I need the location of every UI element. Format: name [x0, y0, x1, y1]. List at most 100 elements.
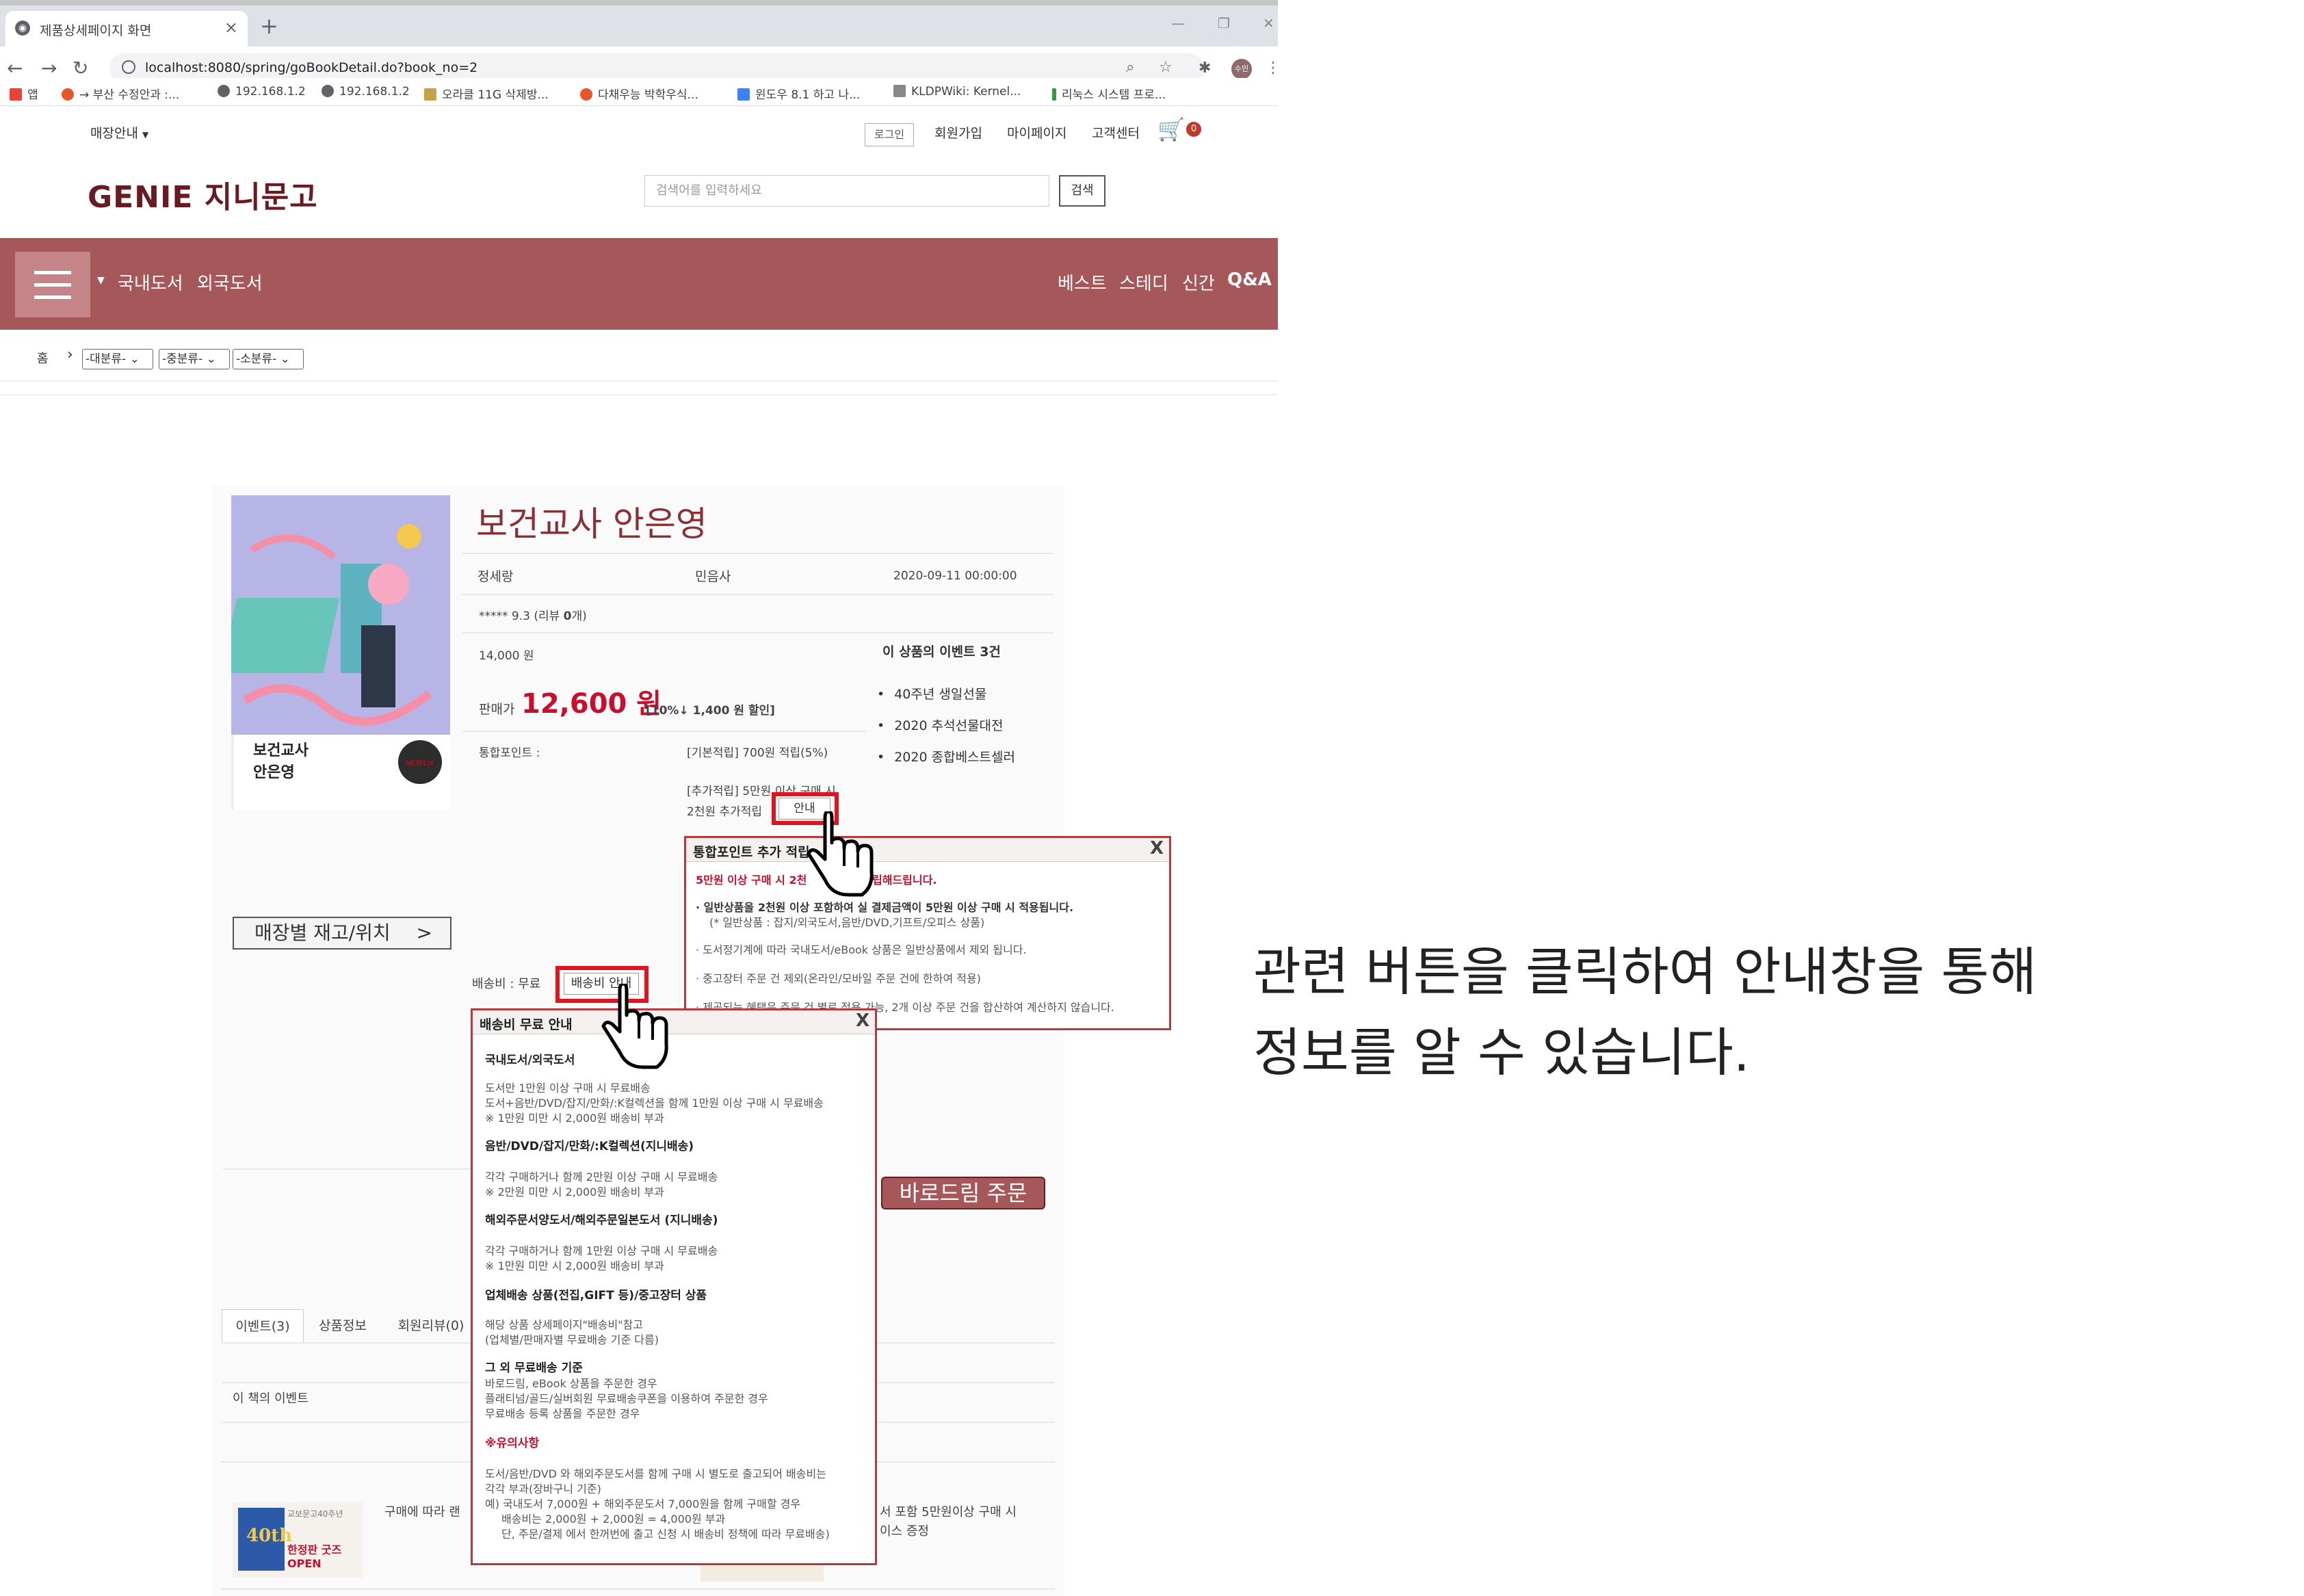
- site-icon: [62, 88, 74, 101]
- divider: [0, 380, 1278, 382]
- cart-count-badge: 0: [1186, 122, 1201, 137]
- close-icon[interactable]: X: [856, 1010, 869, 1031]
- nav-new[interactable]: 신간: [1182, 270, 1215, 295]
- main-nav: ▼ 국내도서 외국도서 베스트 스테디 신간 Q&A: [0, 238, 1278, 330]
- tab-events[interactable]: 이벤트(3): [222, 1309, 304, 1342]
- event-item[interactable]: 2020 종합베스트셀러: [877, 747, 1015, 766]
- hand-cursor-icon: [807, 811, 874, 897]
- select-value: -대분류-: [86, 352, 127, 366]
- login-button[interactable]: 로그인: [865, 123, 914, 146]
- nav-qna[interactable]: Q&A: [1227, 270, 1272, 290]
- divider: [462, 594, 1053, 595]
- bookmark-item[interactable]: → 부산 수정안과 :...: [62, 85, 179, 102]
- category-large-select[interactable]: -대분류- ⌄: [82, 349, 153, 369]
- section-line: 도서+음반/DVD/잡지/만화/:K컬렉션을 함께 1만원 이상 구매 시 무료…: [485, 1097, 824, 1110]
- bookmark-label: KLDPWiki: Kernel...: [911, 85, 1021, 99]
- store-info-menu[interactable]: 매장안내 ▼: [90, 123, 148, 142]
- chevron-right-icon: >: [416, 921, 432, 944]
- bookmark-label: 오라클 11G 삭제방...: [442, 88, 549, 102]
- popup-header: 배송비 무료 안내 X: [473, 1010, 875, 1034]
- bookmark-item[interactable]: 오라클 11G 삭제방...: [424, 85, 549, 102]
- site-logo[interactable]: GENIE 지니문고: [88, 172, 318, 216]
- section-line: 해당 상품 상세페이지"배송비"참고: [485, 1318, 643, 1331]
- popup-line: (* 일반상품 : 잡지/외국도서,음반/DVD,기프트/오피스 상품): [709, 916, 985, 929]
- event-item[interactable]: 2020 추석선물대전: [877, 716, 1003, 734]
- shipping-label: 배송비 : 무료: [472, 977, 541, 991]
- apps-icon: [10, 88, 22, 101]
- popup-title: 통합포인트 추가 적립: [693, 845, 810, 860]
- window-close-icon[interactable]: ✕: [1263, 15, 1274, 31]
- url-text: localhost:8080/spring/goBookDetail.do?bo…: [145, 60, 478, 75]
- store-stock-button[interactable]: 매장별 재고/위치 >: [233, 917, 451, 950]
- caption-text: 관련 버튼을 클릭하여 안내창을 통해 정보를 알 수 있습니다.: [1253, 932, 2037, 1093]
- bookmark-item[interactable]: 윈도우 8.1 하고 나...: [737, 85, 860, 102]
- store-info-label: 매장안내: [90, 126, 138, 141]
- tab-reviews[interactable]: 회원리뷰(0): [387, 1309, 475, 1342]
- chevron-right-icon: ›: [67, 346, 73, 363]
- browser-tab[interactable]: ◉ 제품상세페이지 화면 ×: [5, 11, 248, 47]
- section-title: 이 책의 이벤트: [233, 1391, 309, 1406]
- close-icon[interactable]: X: [1150, 838, 1164, 859]
- points-extra-line2: 2천원 추가적립: [687, 805, 763, 819]
- discount-text: [10%↓ 1,400 원 할인]: [646, 704, 775, 718]
- cart-icon[interactable]: 🛒: [1157, 116, 1185, 142]
- event-item[interactable]: 40주년 생일선물: [877, 684, 986, 703]
- section-head: 음반/DVD/잡지/만화/:K컬렉션(지니배송): [485, 1140, 694, 1153]
- points-base: [기본적립] 700원 적립(5%): [687, 746, 828, 760]
- breadcrumb-home[interactable]: 홈: [37, 349, 49, 367]
- profile-avatar[interactable]: 수민: [1231, 59, 1252, 79]
- nav-best[interactable]: 베스트: [1058, 270, 1107, 295]
- divider: [462, 632, 1053, 633]
- globe-icon: ◉: [15, 21, 30, 36]
- warning-line: 배송비는 2,000원 + 2,000원 = 4,000원 부과: [501, 1513, 726, 1526]
- review-count: 0: [563, 610, 572, 623]
- close-icon[interactable]: ×: [224, 18, 238, 37]
- bookmark-item[interactable]: 192.168.1.2: [322, 85, 410, 99]
- bookmark-item[interactable]: 리눅스 시스템 프로...: [1052, 85, 1166, 102]
- nav-domestic-books[interactable]: 국내도서: [118, 270, 183, 295]
- info-icon[interactable]: [122, 60, 135, 74]
- new-tab-icon[interactable]: +: [260, 15, 278, 37]
- book-cover[interactable]: NETFLIX 보건교사 안은영: [220, 495, 450, 810]
- category-medium-select[interactable]: -중분류- ⌄: [159, 349, 230, 369]
- zoom-icon[interactable]: ⌕: [1126, 59, 1134, 76]
- category-small-select[interactable]: -소분류- ⌄: [233, 349, 304, 369]
- nav-steady[interactable]: 스테디: [1119, 270, 1168, 295]
- sale-price-label: 판매가: [479, 702, 515, 717]
- restore-icon[interactable]: ❐: [1218, 15, 1230, 31]
- section-line: ※ 1만원 미만 시 2,000원 배송비 부과: [485, 1112, 664, 1125]
- popup-header: 통합포인트 추가 적립 X: [686, 838, 1169, 862]
- warning-line: 단, 주문/결제 에서 한꺼번에 출고 신청 시 배송비 정책에 따라 무료배송…: [501, 1528, 830, 1541]
- star-icon[interactable]: ☆: [1159, 59, 1173, 76]
- nav-foreign-books[interactable]: 외국도서: [197, 270, 263, 295]
- store-stock-label: 매장별 재고/위치: [254, 921, 391, 944]
- baro-order-button[interactable]: 바로드림 주문: [881, 1177, 1045, 1209]
- search-button[interactable]: 검색: [1059, 175, 1105, 207]
- globe-icon: [322, 85, 334, 97]
- section-head: 업체배송 상품(전집,GIFT 등)/중고장터 상품: [485, 1289, 707, 1303]
- event-banner-40th[interactable]: 40th 교보문고40주년 한정판 굿즈 OPEN: [233, 1502, 363, 1578]
- search-input[interactable]: 검색어를 입력하세요: [644, 175, 1049, 207]
- support-link[interactable]: 고객센터: [1092, 123, 1140, 142]
- bookmark-apps[interactable]: 앱: [10, 85, 38, 102]
- section-line: 플래티넘/골드/실버회원 무료배송쿠폰을 이용하여 주문한 경우: [485, 1392, 768, 1405]
- bookmark-item[interactable]: KLDPWiki: Kernel...: [893, 85, 1021, 99]
- section-head: 국내도서/외국도서: [485, 1054, 575, 1067]
- product-publisher[interactable]: 민음사: [695, 566, 731, 585]
- bookmark-item[interactable]: 다채우능 박학우식...: [580, 85, 698, 102]
- tab-product-info[interactable]: 상품정보: [305, 1309, 380, 1342]
- select-value: -중분류-: [162, 352, 203, 366]
- popup-line: · 중고장터 주문 건 제외(온라인/모바일 주문 건에 한하여 적용): [696, 972, 981, 985]
- hand-cursor-icon: [601, 984, 668, 1069]
- cover-title-line1: 보건교사: [253, 742, 309, 759]
- mypage-link[interactable]: 마이페이지: [1007, 123, 1066, 142]
- product-author[interactable]: 정세랑: [477, 566, 513, 585]
- site-icon: [580, 88, 592, 101]
- warning-line: 예) 국내도서 7,000원 + 해외주문도서 7,000원을 함께 구매할 경…: [485, 1497, 801, 1510]
- windows-icon: [737, 88, 750, 101]
- hamburger-menu-icon[interactable]: [15, 252, 90, 317]
- minimize-icon[interactable]: —: [1171, 15, 1185, 31]
- event-desc-right-2: 이스 증정: [880, 1524, 929, 1539]
- bookmark-item[interactable]: 192.168.1.2: [218, 85, 306, 99]
- signup-link[interactable]: 회원가입: [934, 123, 982, 142]
